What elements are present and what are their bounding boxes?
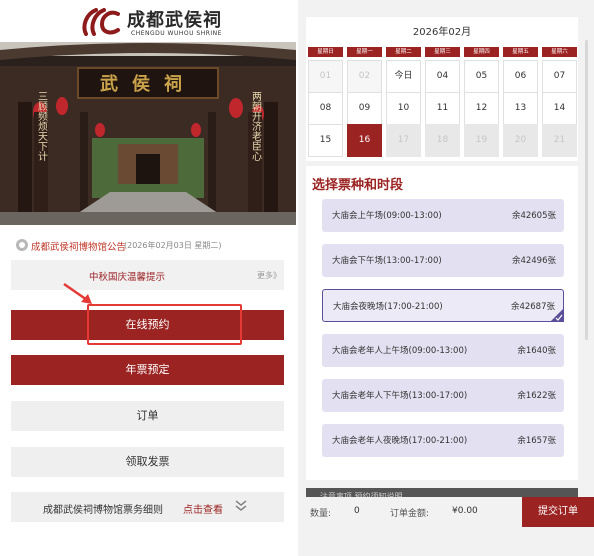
ticket-stock: 余42605张 — [511, 211, 556, 221]
ticket-rules-link[interactable]: 点击查看 — [183, 501, 223, 516]
weekday-label: 星期日 — [308, 47, 343, 57]
notice-date: (2026年02月03日 星期二) — [124, 241, 222, 250]
weekday-label: 星期六 — [542, 47, 577, 57]
ticket-name: 大庙会老年人上午场(09:00-13:00) — [332, 346, 468, 356]
calendar-day-disabled: 17 — [386, 124, 421, 157]
ticket-option[interactable]: 大庙会老年人下午场(13:00-17:00) 余1622张 — [322, 379, 564, 412]
calendar-day-disabled: 19 — [464, 124, 499, 157]
logo-bar: 成都武侯祠 CHENGDU WUHOU SHRINE — [0, 0, 296, 42]
ticket-option[interactable]: 大庙会上午场(09:00-13:00) 余42605张 — [322, 199, 564, 232]
ticket-rules-row[interactable]: 成都武侯祠博物馆票务细则 点击查看 — [11, 492, 284, 522]
submit-order-button[interactable]: 提交订单 — [522, 497, 594, 527]
chevron-down-icon[interactable] — [235, 499, 247, 513]
calendar-day[interactable]: 12 — [464, 92, 499, 125]
booking-panel: 2026年02月 星期日 星期一 星期二 星期三 星期四 星期五 星期六 01 … — [298, 0, 594, 556]
ticket-stock: 余42687张 — [510, 302, 555, 312]
logo-text: 成都武侯祠 — [127, 10, 222, 31]
calendar-day-today[interactable]: 今日 — [386, 60, 421, 93]
quantity-label: 数量: — [310, 509, 332, 519]
calendar-day[interactable]: 07 — [542, 60, 577, 93]
logo-subtitle: CHENGDU WUHOU SHRINE — [131, 30, 222, 37]
ticket-option[interactable]: 大庙会下午场(13:00-17:00) 余42496张 — [322, 244, 564, 277]
calendar-day[interactable]: 05 — [464, 60, 499, 93]
invoice-button[interactable]: 领取发票 — [11, 447, 284, 477]
logo-mark-icon — [82, 8, 120, 36]
ticket-name: 大庙会老年人夜晚场(17:00-21:00) — [332, 436, 468, 446]
checkmark-icon — [550, 308, 564, 322]
calendar-day[interactable]: 09 — [347, 92, 382, 125]
arrow-annotation-icon — [63, 282, 92, 304]
notice-banner-text: 中秋国庆温馨提示 — [89, 272, 166, 283]
weekday-label: 星期二 — [386, 47, 421, 57]
ticket-stock: 余42496张 — [511, 256, 556, 266]
calendar-month-title: 2026年02月 — [412, 27, 472, 38]
calendar-day-selected[interactable]: 16 — [347, 124, 382, 157]
weekday-label: 星期五 — [503, 47, 538, 57]
notice-title[interactable]: 成都武侯祠博物馆公告 — [31, 239, 126, 253]
ticket-rules-text: 成都武侯祠博物馆票务细则 — [43, 505, 163, 516]
calendar-day[interactable]: 08 — [308, 92, 343, 125]
hero-couplet-right: 两朝开济老臣心 — [250, 91, 262, 161]
calendar-day[interactable]: 10 — [386, 92, 421, 125]
calendar-day-disabled: 20 — [503, 124, 538, 157]
notice-icon — [16, 239, 28, 251]
ticket-option[interactable]: 大庙会老年人夜晚场(17:00-21:00) 余1657张 — [322, 424, 564, 457]
notice-banner[interactable]: 中秋国庆温馨提示 更多》 — [11, 260, 284, 290]
ticket-selection: 选择票种和时段 大庙会上午场(09:00-13:00) 余42605张 大庙会下… — [306, 166, 578, 480]
quantity-value: 0 — [354, 506, 360, 516]
ticket-name: 大庙会夜晚场(17:00-21:00) — [333, 302, 443, 312]
ticket-section-title: 选择票种和时段 — [312, 178, 404, 193]
hero-couplet-left: 三顾频烦天下计 — [36, 91, 48, 162]
ticket-option[interactable]: 大庙会老年人上午场(09:00-13:00) 余1640张 — [322, 334, 564, 367]
annual-ticket-button[interactable]: 年票预定 — [11, 355, 284, 385]
notice-more-link[interactable]: 更多》 — [257, 270, 281, 281]
calendar-day[interactable]: 14 — [542, 92, 577, 125]
calendar-day[interactable]: 06 — [503, 60, 538, 93]
highlight-box — [87, 304, 242, 345]
amount-value: ¥0.00 — [452, 506, 478, 516]
amount-label: 订单金额: — [390, 509, 430, 519]
order-summary-bar: 数量: 0 订单金额: ¥0.00 提交订单 — [298, 497, 594, 527]
calendar-day: 01 — [308, 60, 343, 93]
ticket-stock: 余1657张 — [517, 436, 556, 446]
calendar: 2026年02月 星期日 星期一 星期二 星期三 星期四 星期五 星期六 01 … — [306, 17, 578, 161]
weekday-label: 星期一 — [347, 47, 382, 57]
mobile-home-panel: 成都武侯祠 CHENGDU WUHOU SHRINE 武侯祠 三顾频烦天下计 两… — [0, 0, 296, 556]
ticket-name: 大庙会下午场(13:00-17:00) — [332, 256, 442, 266]
calendar-day[interactable]: 15 — [308, 124, 343, 157]
ticket-name: 大庙会上午场(09:00-13:00) — [332, 211, 442, 221]
hero-plaque: 武侯祠 — [100, 73, 196, 95]
ticket-name: 大庙会老年人下午场(13:00-17:00) — [332, 391, 468, 401]
calendar-day[interactable]: 13 — [503, 92, 538, 125]
order-button[interactable]: 订单 — [11, 401, 284, 431]
weekday-label: 星期四 — [464, 47, 499, 57]
hero-image: 武侯祠 三顾频烦天下计 两朝开济老臣心 — [0, 42, 296, 225]
calendar-day[interactable]: 11 — [425, 92, 460, 125]
calendar-day-disabled: 18 — [425, 124, 460, 157]
weekday-label: 星期三 — [425, 47, 460, 57]
ticket-stock: 余1640张 — [517, 346, 556, 356]
ticket-stock: 余1622张 — [517, 391, 556, 401]
calendar-day-disabled: 21 — [542, 124, 577, 157]
calendar-day: 02 — [347, 60, 382, 93]
calendar-day[interactable]: 04 — [425, 60, 460, 93]
ticket-option-selected[interactable]: 大庙会夜晚场(17:00-21:00) 余42687张 — [322, 289, 564, 322]
scrollbar[interactable] — [585, 40, 588, 340]
